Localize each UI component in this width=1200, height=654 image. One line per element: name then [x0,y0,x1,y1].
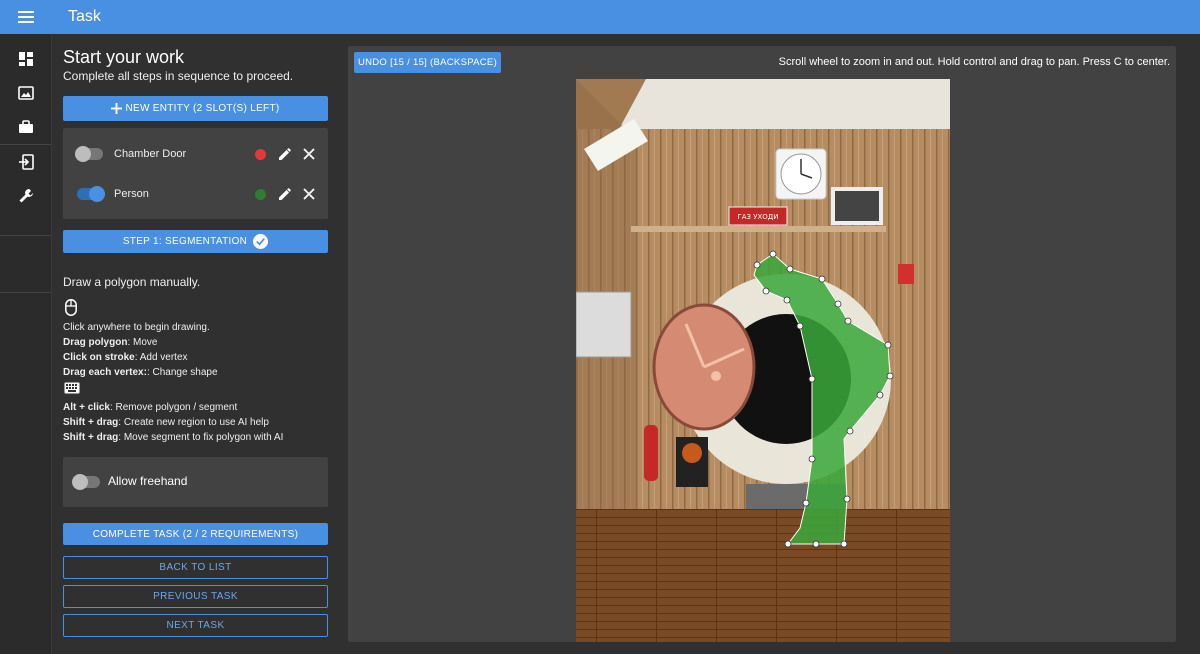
rail-divider [0,235,51,236]
pencil-icon [279,148,291,160]
complete-task-button[interactable]: COMPLETE TASK (2 / 2 REQUIREMENTS) [63,523,328,545]
instruction-line: Shift + drag: Move segment to fix polygo… [63,432,284,443]
previous-task-label: PREVIOUS TASK [153,591,238,602]
edit-entity-button[interactable] [277,186,293,202]
complete-task-label: COMPLETE TASK (2 / 2 REQUIREMENTS) [92,528,299,540]
canvas-hint: Scroll wheel to zoom in and out. Hold co… [778,56,1170,68]
top-app-bar: Task [0,0,1200,34]
instruction-line: Drag each vertex:: Change shape [63,367,218,378]
entity-row: Chamber Door [63,139,328,169]
login-nav[interactable] [0,145,52,179]
instructions-heading: Draw a polygon manually. [63,275,201,289]
instruction-line: Drag polygon: Move [63,337,158,348]
freehand-toggle[interactable] [72,474,100,490]
instruction-line: Alt + click: Remove polygon / segment [63,402,238,413]
entity-color-dot [255,148,266,160]
new-entity-label: NEW ENTITY (2 SLOT(S) LEFT) [125,103,280,114]
next-task-label: NEXT TASK [166,620,225,631]
undo-button[interactable]: UNDO [15 / 15] (BACKSPACE) [354,52,501,73]
image-icon [18,86,34,100]
entity-row: Person [63,179,328,209]
nav-rail [0,34,52,654]
briefcase-icon [19,120,33,133]
keyboard-icon [64,382,80,394]
instruction-line: Shift + drag: Create new region to use A… [63,417,269,428]
wrench-icon [19,189,33,203]
dashboard-nav[interactable] [0,42,52,76]
next-task-button[interactable]: NEXT TASK [63,614,328,637]
menu-button[interactable] [0,0,52,34]
sign-text: ГАЗ УХОДИ [737,213,778,221]
hamburger-menu-icon [18,11,34,23]
previous-task-button[interactable]: PREVIOUS TASK [63,585,328,608]
instruction-line: Click anywhere to begin drawing. [63,322,210,333]
freehand-label: Allow freehand [108,474,188,488]
task-panel: Start your work Complete all steps in se… [52,34,340,654]
annotation-canvas[interactable]: UNDO [15 / 15] (BACKSPACE) Scroll wheel … [348,46,1176,642]
entity-list: Chamber Door Person [63,128,328,219]
instruction-line: Click on stroke: Add vertex [63,352,188,363]
delete-entity-button[interactable] [301,146,317,162]
step-segmentation-button[interactable]: STEP 1: SEGMENTATION [63,230,328,253]
work-nav[interactable] [0,110,52,144]
task-image[interactable]: ГАЗ УХОДИ [576,79,950,642]
step-label: STEP 1: SEGMENTATION [122,236,248,247]
entity-label: Chamber Door [114,148,187,160]
edit-entity-button[interactable] [277,146,293,162]
dashboard-icon [19,52,33,66]
entity-visibility-toggle[interactable] [77,186,105,202]
delete-entity-button[interactable] [301,186,317,202]
panel-title: Start your work [63,47,185,67]
room-photo: ГАЗ УХОДИ [576,79,950,642]
undo-label: UNDO [15 / 15] (BACKSPACE) [357,57,498,68]
settings-nav[interactable] [0,179,52,213]
mouse-icon [65,299,77,316]
app-title: Task [68,8,101,25]
close-icon [303,148,315,160]
images-nav[interactable] [0,76,52,110]
panel-subtitle: Complete all steps in sequence to procee… [63,69,294,83]
plus-icon [111,103,123,114]
entity-color-dot [255,188,266,200]
close-icon [303,188,315,200]
freehand-card: Allow freehand [63,457,328,507]
check-circle-icon [253,234,269,249]
back-to-list-button[interactable]: BACK TO LIST [63,556,328,579]
login-icon [19,154,34,170]
entity-visibility-toggle[interactable] [75,146,103,162]
new-entity-button[interactable]: NEW ENTITY (2 SLOT(S) LEFT) [63,96,328,121]
pencil-icon [279,188,291,200]
back-to-list-label: BACK TO LIST [159,562,232,573]
rail-divider [0,292,51,293]
entity-label: Person [114,188,149,200]
